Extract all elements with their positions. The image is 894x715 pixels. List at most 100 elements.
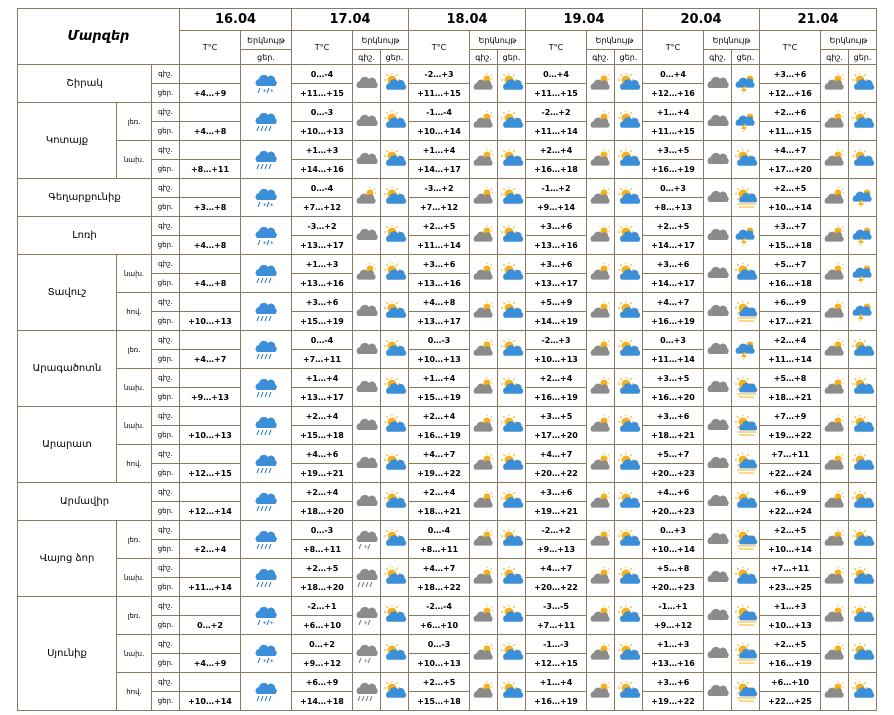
thunder-sun-icon: [848, 178, 877, 217]
sun-cloud-icon: [614, 444, 643, 483]
region-name: Վայոց ձոր: [17, 520, 117, 597]
temp-value: +4…+8: [179, 235, 241, 255]
temp-value: +3…+8: [179, 197, 241, 217]
sun-cloud-icon: [497, 292, 526, 331]
temp-value: -3…+2: [408, 178, 470, 198]
table-row: Արմավիր գիշ. +2…+4 +2…+4 +3…+6 +4…+6 +6…+9: [17, 482, 877, 521]
sun-cloud-icon: [497, 216, 526, 255]
temp-value: +11…+15: [642, 121, 704, 141]
night-label: գիշ.: [151, 292, 180, 312]
sun-cloud-grey-icon: [469, 330, 498, 369]
sun-cloud-grey-icon: [820, 216, 849, 255]
table-row: Գեղարքունիք գիշ. * * 0…-4 -3…+2 -1…+2 0…+3 +2…+5: [17, 178, 877, 217]
sun-cloud-grey-icon: [469, 140, 498, 179]
temp-value: +12…+14: [179, 501, 241, 521]
temp-value: +2…+5: [759, 520, 821, 540]
night-label: գիշ.: [151, 140, 180, 160]
temp-value: +20…+23: [642, 463, 704, 483]
temp-value: +5…+8: [642, 558, 704, 578]
sun-cloud-icon: [614, 64, 643, 103]
temp-value: +22…+25: [759, 691, 821, 711]
terrain-label: հով.: [116, 444, 152, 483]
sun-cloud-icon: [497, 64, 526, 103]
temp-value: +13…+17: [408, 311, 470, 331]
temp-value: +1…+4: [408, 140, 470, 160]
temp-col-header: T°C: [179, 30, 241, 65]
sun-cloud-icon: [614, 520, 643, 559]
temp-value: +18…+21: [408, 501, 470, 521]
cloud-grey-icon: [703, 482, 732, 521]
cloud-grey-icon: [352, 102, 381, 141]
rain-icon: [240, 672, 292, 711]
sun-cloud-icon: [614, 216, 643, 255]
temp-value: +7…+11: [525, 615, 587, 635]
temp-value: -2…+1: [291, 596, 353, 616]
temp-value: +10…+14: [759, 197, 821, 217]
temp-value: +3…+6: [525, 482, 587, 502]
temp-value: +16…+19: [642, 311, 704, 331]
rain-icon: [240, 482, 292, 521]
terrain-label: հով.: [116, 672, 152, 711]
sun-storm-icon: [731, 368, 760, 407]
temp-value: +11…+15: [759, 121, 821, 141]
cloud-grey-icon: [703, 672, 732, 711]
temp-value: +6…+9: [291, 672, 353, 692]
table-row: Շիրակ գիշ. * * 0…-4 -2…+3 0…+4 0…+4 +3…+6: [17, 64, 877, 103]
temp-value: +3…+6: [642, 406, 704, 426]
temp-value: +5…+7: [759, 254, 821, 274]
rain-snow-icon: * *: [240, 216, 292, 255]
temp-value: +11…+15: [408, 83, 470, 103]
temp-value: +19…+22: [642, 691, 704, 711]
region-name: Արագածոտն: [17, 330, 117, 407]
cloud-day-subheader: ցեր.: [497, 49, 526, 65]
sun-storm-icon: [731, 444, 760, 483]
temp-value: +19…+22: [408, 463, 470, 483]
temp-col-header: T°C: [408, 30, 470, 65]
sun-cloud-grey-icon: [469, 558, 498, 597]
temp-value: 0…-3: [408, 634, 470, 654]
cloud-grey-icon: [352, 216, 381, 255]
sun-cloud-icon: [380, 292, 409, 331]
sun-cloud-grey-icon: [469, 178, 498, 217]
temp-value: +3…+5: [642, 140, 704, 160]
temp-value: +10…+13: [408, 653, 470, 673]
temp-value: +1…+4: [525, 672, 587, 692]
table-row: Արարատ նախ. գիշ. +2…+4 +2…+4 +3…+5 +3…+6 +7…+9: [17, 406, 877, 483]
day-label: ցեր.: [151, 501, 180, 521]
day-label: ցեր.: [151, 615, 180, 635]
sun-cloud-icon: [380, 140, 409, 179]
temp-value: +15…+18: [408, 691, 470, 711]
temp-value: [179, 520, 241, 540]
cloud-grey-icon: [703, 634, 732, 673]
sun-cloud-icon: [380, 558, 409, 597]
rain-icon: [240, 444, 292, 483]
cloud-grey-icon: [703, 64, 732, 103]
cloud-night-subheader: գիշ.: [820, 49, 849, 65]
temp-value: +14…+19: [525, 311, 587, 331]
cloud-grey-icon: [703, 102, 732, 141]
sun-cloud-icon: [380, 596, 409, 635]
sun-cloud-grey-icon: [820, 406, 849, 445]
cloud-col-header: Երկնույթ: [469, 30, 526, 50]
sun-cloud-grey-icon: [586, 596, 615, 635]
temp-value: +11…+14: [525, 121, 587, 141]
temp-value: +17…+21: [759, 311, 821, 331]
temp-value: +18…+21: [642, 425, 704, 445]
sun-cloud-icon: [614, 406, 643, 445]
temp-value: +10…+14: [642, 539, 704, 559]
temp-value: +4…+7: [642, 292, 704, 312]
cloud-day-subheader: ցեր.: [380, 49, 409, 65]
temp-value: +6…+10: [291, 615, 353, 635]
rain-icon: [240, 140, 292, 179]
temp-value: +4…+7: [525, 444, 587, 464]
temp-value: +1…+3: [291, 140, 353, 160]
rain-icon: [240, 368, 292, 407]
rain-snow-grey-icon: *: [352, 520, 381, 559]
day-label: ցեր.: [151, 311, 180, 331]
temp-value: +7…+11: [291, 349, 353, 369]
temp-value: +15…+19: [291, 311, 353, 331]
night-label: գիշ.: [151, 64, 180, 84]
cloud-grey-icon: [352, 368, 381, 407]
temp-value: +2…+4: [291, 406, 353, 426]
table-row: Սյունիք լեռ. գիշ. * * -2…+1 * -2…-4 -3…-5 -1…+1 +1…: [17, 596, 877, 711]
